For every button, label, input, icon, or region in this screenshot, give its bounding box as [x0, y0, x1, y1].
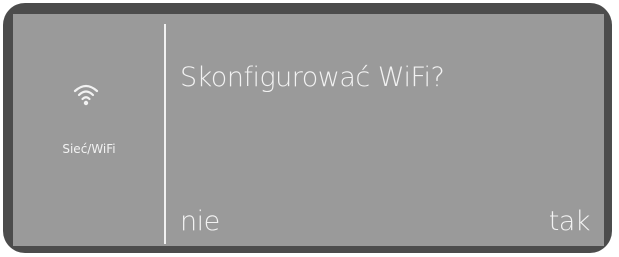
yes-button[interactable]: tak — [549, 206, 591, 237]
divider — [164, 24, 166, 244]
wifi-icon — [73, 84, 99, 106]
dialog-question: Skonfigurować WiFi? — [180, 62, 445, 93]
sidebar: Sieć/WiFi — [13, 14, 165, 246]
sidebar-label: Sieć/WiFi — [62, 142, 116, 156]
display-frame: Sieć/WiFi Skonfigurować WiFi? nie tak — [3, 3, 612, 253]
display-screen: Sieć/WiFi Skonfigurować WiFi? nie tak — [13, 14, 604, 246]
no-button[interactable]: nie — [180, 206, 220, 237]
